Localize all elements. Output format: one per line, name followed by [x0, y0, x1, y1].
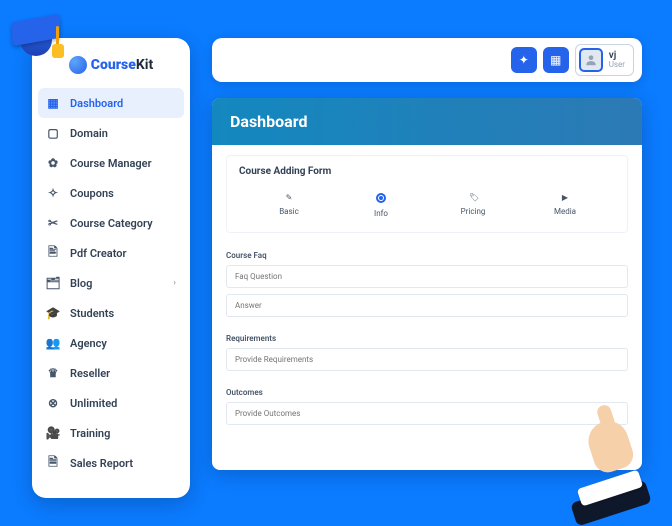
faq-section: Course Faq [212, 243, 642, 326]
form-title: Course Adding Form [227, 156, 627, 185]
form-stepper: ✎ BasicInfo 🏷 Pricing ▶ Media [227, 185, 627, 232]
sidebar-item-course-category[interactable]: ✂ Course Category [32, 208, 190, 238]
step-info[interactable]: Info [335, 193, 427, 218]
step-icon: ✎ [285, 193, 293, 201]
main-panel: Dashboard Course Adding Form ✎BasicInfo🏷… [212, 98, 642, 470]
menu-icon: ♛ [46, 366, 60, 380]
sidebar: CourseKit ▦ Dashboard ▢ Domain ✿ Course Manag… [32, 38, 190, 498]
sidebar-item-dashboard[interactable]: ▦ Dashboard [38, 88, 184, 118]
sidebar-item-course-manager[interactable]: ✿ Course Manager [32, 148, 190, 178]
sidebar-item-label: Pdf Creator [70, 247, 126, 260]
sidebar-item-label: Training [70, 427, 110, 440]
outcomes-heading: Outcomes [226, 388, 628, 397]
faq-heading: Course Faq [226, 251, 628, 260]
sidebar-item-coupons[interactable]: ✧ Coupons [32, 178, 190, 208]
requirements-input[interactable] [226, 348, 628, 371]
sidebar-item-label: Dashboard [70, 97, 123, 110]
menu-icon: ▢ [46, 126, 60, 140]
step-label: Basic [243, 207, 335, 216]
sidebar-item-label: Unlimited [70, 397, 117, 410]
menu-icon: 👥 [46, 336, 60, 350]
menu-icon: 🗎 [46, 456, 60, 470]
apps-grid-button[interactable]: ▦ [543, 47, 569, 73]
menu-icon: 🎥 [46, 426, 60, 440]
step-media[interactable]: ▶ Media [519, 193, 611, 216]
sidebar-item-blog[interactable]: 🗂 Blog › [32, 268, 190, 298]
step-label: Pricing [427, 207, 519, 216]
menu-icon: 🎓 [46, 306, 60, 320]
sidebar-item-label: Domain [70, 127, 108, 140]
requirements-section: Requirements [212, 326, 642, 380]
step-basic[interactable]: ✎ Basic [243, 193, 335, 216]
menu-icon: ✂ [46, 216, 60, 230]
step-icon: ▶ [561, 193, 569, 201]
menu-icon: 🖹 [46, 246, 60, 260]
sidebar-item-label: Students [70, 307, 114, 320]
sidebar-item-label: Blog [70, 277, 92, 290]
sidebar-nav: ▦ Dashboard ▢ Domain ✿ Course Manager ✧ Coupons… [32, 88, 190, 478]
sidebar-item-label: Reseller [70, 367, 110, 380]
magic-wand-button[interactable]: ✦ [511, 47, 537, 73]
graduation-cap-icon [6, 6, 66, 66]
requirements-heading: Requirements [226, 334, 628, 343]
sidebar-item-pdf-creator[interactable]: 🖹 Pdf Creator [32, 238, 190, 268]
sidebar-item-label: Sales Report [70, 457, 133, 470]
form-card: Course Adding Form ✎ BasicInfo 🏷 Pricing ▶ Me… [226, 155, 628, 233]
page-title: Dashboard [212, 98, 642, 145]
step-label: Media [519, 207, 611, 216]
menu-icon: ✧ [46, 186, 60, 200]
step-pricing[interactable]: 🏷 Pricing [427, 193, 519, 216]
sidebar-item-sales-report[interactable]: 🗎 Sales Report [32, 448, 190, 478]
menu-icon: 🗂 [46, 276, 60, 290]
sidebar-item-label: Course Category [70, 217, 153, 230]
sidebar-item-label: Course Manager [70, 157, 152, 170]
menu-icon: ▦ [46, 96, 60, 110]
menu-icon: ⊗ [46, 396, 60, 410]
faq-answer-input[interactable] [226, 294, 628, 317]
sidebar-item-agency[interactable]: 👥 Agency [32, 328, 190, 358]
step-icon: 🏷 [469, 193, 477, 201]
sidebar-item-reseller[interactable]: ♛ Reseller [32, 358, 190, 388]
pointing-hand-icon [570, 421, 648, 511]
globe-icon [69, 56, 87, 74]
step-active-dot [376, 193, 386, 203]
topbar: ✦ ▦ vj User [212, 38, 642, 82]
user-menu[interactable]: vj User [575, 44, 634, 76]
sidebar-item-training[interactable]: 🎥 Training [32, 418, 190, 448]
brand-name: CourseKit [91, 57, 153, 73]
avatar [579, 48, 603, 72]
sidebar-item-students[interactable]: 🎓 Students [32, 298, 190, 328]
user-role: User [609, 61, 625, 69]
step-label: Info [335, 209, 427, 218]
faq-question-input[interactable] [226, 265, 628, 288]
sidebar-item-label: Agency [70, 337, 107, 350]
sidebar-item-label: Coupons [70, 187, 114, 200]
sidebar-item-domain[interactable]: ▢ Domain [32, 118, 190, 148]
chevron-right-icon: › [173, 278, 176, 288]
sidebar-item-unlimited[interactable]: ⊗ Unlimited [32, 388, 190, 418]
outcomes-input[interactable] [226, 402, 628, 425]
menu-icon: ✿ [46, 156, 60, 170]
